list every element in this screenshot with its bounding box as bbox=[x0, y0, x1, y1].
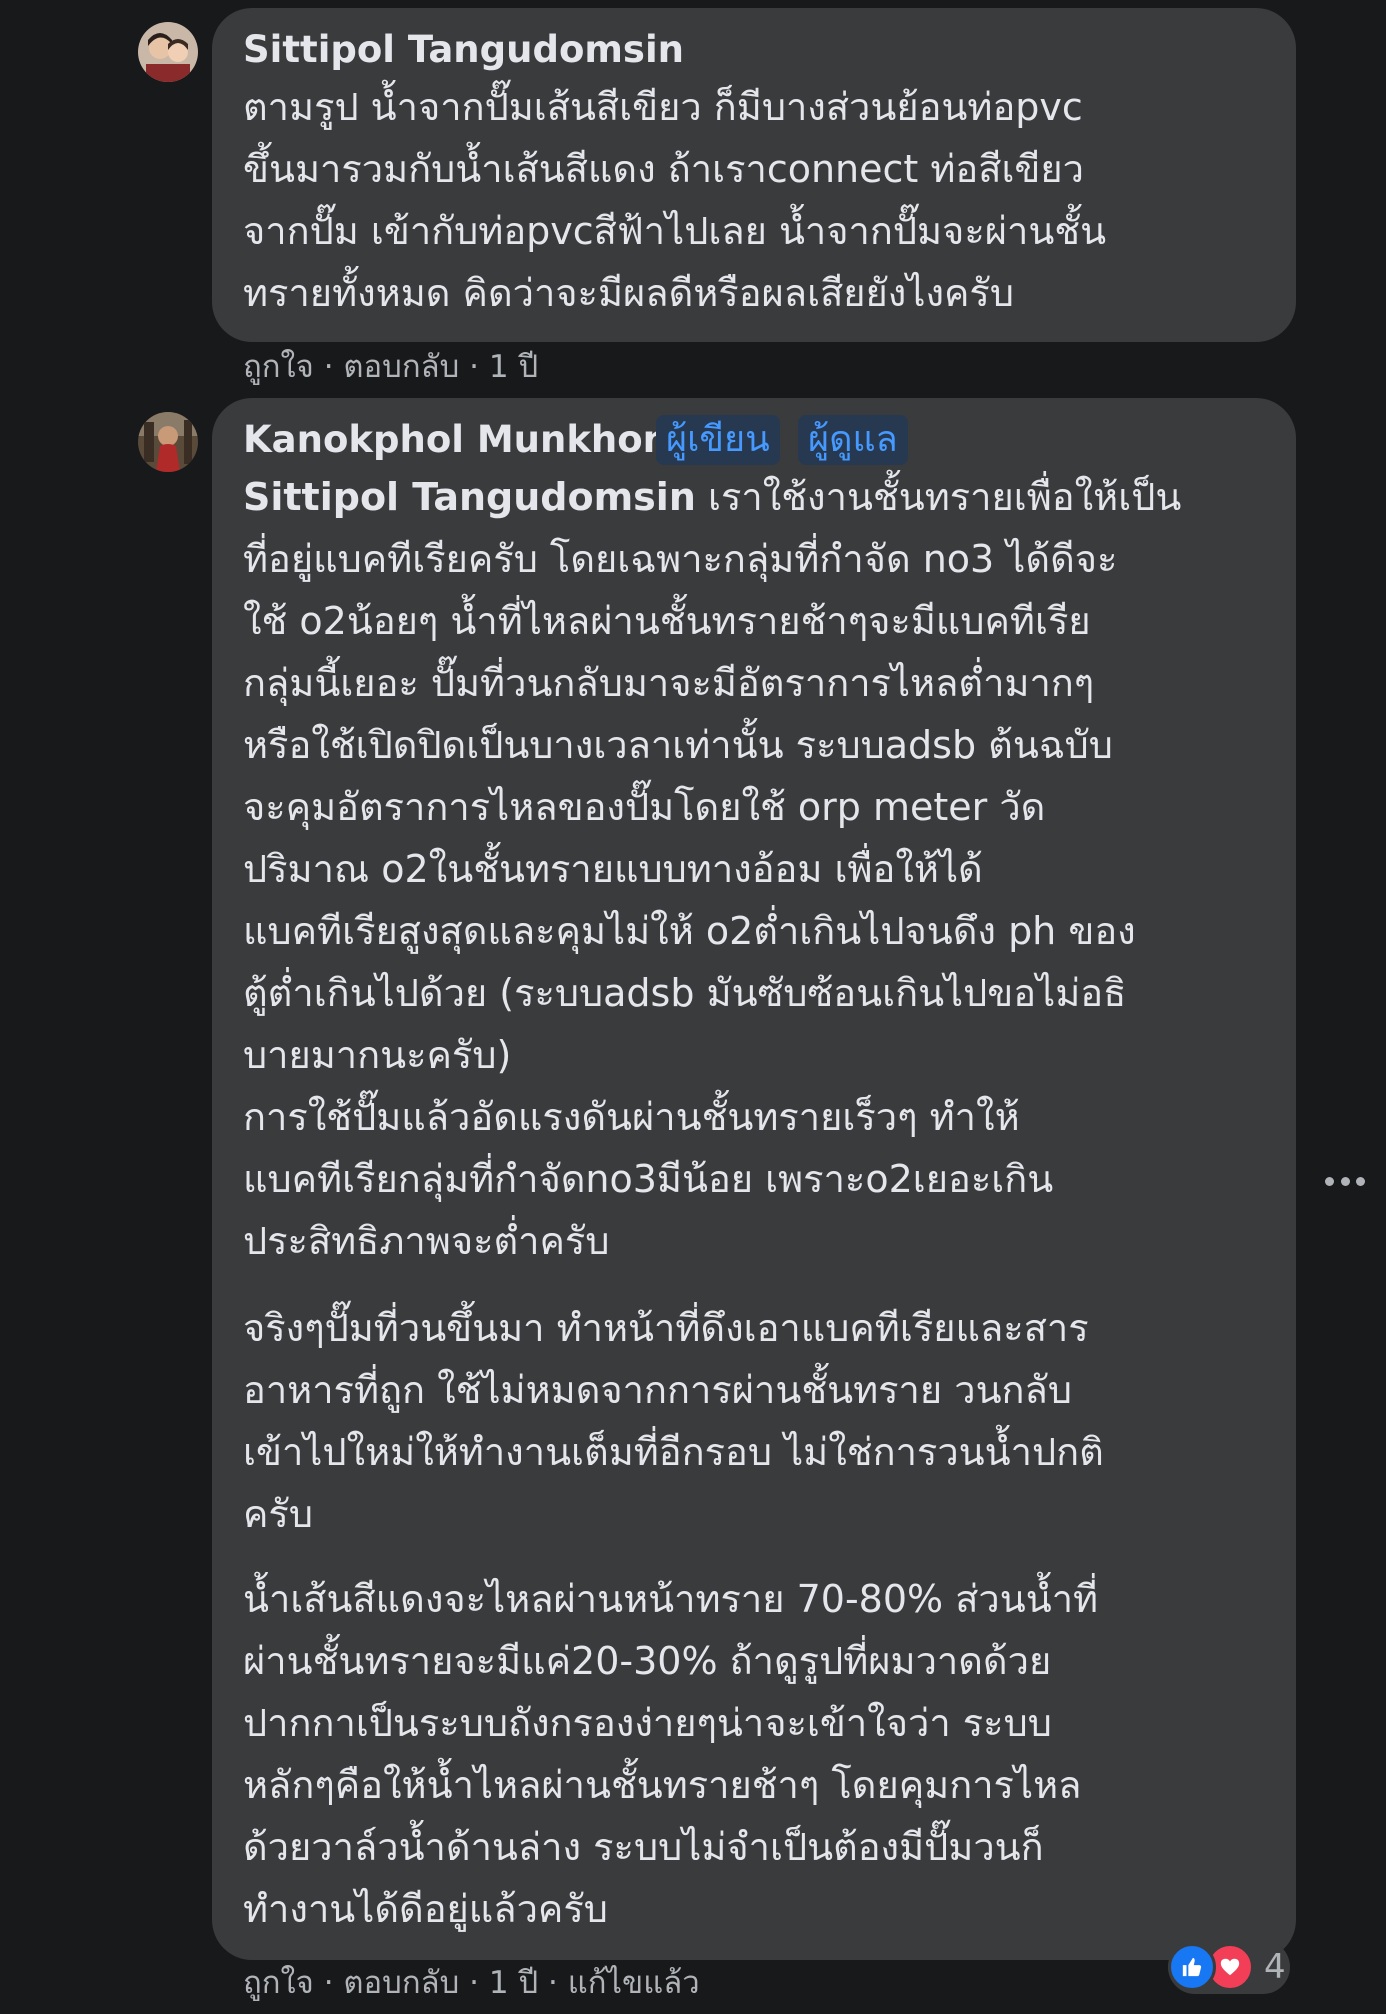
comment-text-line: ตู้ต่ำเกินไปด้วย (ระบบadsb มันซับซ้อนเกิ… bbox=[243, 971, 1127, 1015]
more-options-icon[interactable] bbox=[1325, 1166, 1365, 1196]
comment-text-line: Sittipol Tangudomsin เราใช้งานชั้นทรายเพ… bbox=[243, 466, 1181, 528]
reply-link[interactable]: ตอบกลับ bbox=[343, 1965, 459, 2001]
avatar[interactable] bbox=[138, 412, 198, 472]
comment-text-line: ขึ้นมารวมกับน้ำเส้นสีแดง ถ้าเราconnect ท… bbox=[243, 147, 1085, 191]
comment-text-line: หรือใช้เปิดปิดเป็นบางเวลาเท่านั้น ระบบad… bbox=[243, 723, 1113, 767]
reaction-count: 4 bbox=[1264, 1947, 1286, 1987]
comment-actions: ถูกใจ · ตอบกลับ · 1 ปี · แก้ไขแล้ว bbox=[243, 1963, 700, 2003]
admin-badge: ผู้ดูแล bbox=[798, 415, 908, 465]
comment-text-line: ทรายทั้งหมด คิดว่าจะมีผลดีหรือผลเสียยังไ… bbox=[243, 271, 1014, 315]
separator: · bbox=[323, 1965, 344, 2001]
comment-author[interactable]: Sittipol Tangudomsin bbox=[243, 25, 684, 75]
like-link[interactable]: ถูกใจ bbox=[243, 349, 314, 385]
avatar[interactable] bbox=[138, 22, 198, 82]
timestamp[interactable]: 1 ปี bbox=[489, 349, 538, 385]
like-icon bbox=[1168, 1943, 1216, 1991]
separator: · bbox=[323, 349, 344, 385]
separator: · bbox=[469, 349, 489, 385]
mention-link[interactable]: Sittipol Tangudomsin bbox=[243, 475, 696, 519]
comment-text-line: ปริมาณ o2ในชั้นทรายแบบทางอ้อม เพื่อให้ได… bbox=[243, 847, 983, 891]
like-link[interactable]: ถูกใจ bbox=[243, 1965, 314, 2001]
comment-text-line: การใช้ปั๊มแล้วอัดแรงดันผ่านชั้นทรายเร็วๆ… bbox=[243, 1095, 1020, 1139]
comment-text-line: บายมากนะครับ) bbox=[243, 1033, 512, 1077]
reactions-summary[interactable]: 4 bbox=[1168, 1940, 1290, 1994]
comment-text-line: ผ่านชั้นทรายจะมีแค่20-30% ถ้าดูรูปที่ผมว… bbox=[243, 1639, 1052, 1683]
comment-text-line: กลุ่มนี้เยอะ ปั๊มที่วนกลับมาจะมีอัตราการ… bbox=[243, 661, 1095, 705]
comment-text-line: จะคุมอัตราการไหลของปั๊มโดยใช้ orp meter … bbox=[243, 785, 1046, 829]
comment-text-line: ปากกาเป็นระบบถังกรองง่ายๆน่าจะเข้าใจว่า … bbox=[243, 1701, 1052, 1745]
comment-text-line: ด้วยวาล์วน้ำด้านล่าง ระบบไม่จำเป็นต้องมี… bbox=[243, 1825, 1044, 1869]
comment-text-line: จากปั๊ม เข้ากับท่อpvcสีฟ้าไปเลย น้ำจากปั… bbox=[243, 209, 1107, 253]
comment-text-line: ตามรูป น้ำจากปั๊มเส้นสีเขียว ก็มีบางส่วน… bbox=[243, 85, 1083, 129]
comment-author[interactable]: Kanokphol Munkhong bbox=[243, 415, 696, 465]
comment-text-line: แบคทีเรียสูงสุดและคุมไม่ให้ o2ต่ำเกินไปจ… bbox=[243, 909, 1136, 953]
comment-text-line: หลักๆคือให้น้ำไหลผ่านชั้นทรายช้าๆ โดยคุม… bbox=[243, 1763, 1082, 1807]
author-badge: ผู้เขียน bbox=[656, 415, 780, 465]
comment-text-line: อาหารที่ถูก ใช้ไม่หมดจากการผ่านชั้นทราย … bbox=[243, 1368, 1072, 1412]
comment-text-line: ทำงานได้ดีอยู่แล้วครับ bbox=[243, 1887, 608, 1931]
separator: · bbox=[548, 1965, 568, 2001]
edited-label[interactable]: แก้ไขแล้ว bbox=[568, 1965, 700, 2001]
separator: · bbox=[469, 1965, 489, 2001]
comment-text-line: ประสิทธิภาพจะต่ำครับ bbox=[243, 1219, 610, 1263]
comment-text-line: ที่อยู่แบคทีเรียครับ โดยเฉพาะกลุ่มที่กำจ… bbox=[243, 537, 1118, 581]
reply-link[interactable]: ตอบกลับ bbox=[343, 349, 459, 385]
timestamp[interactable]: 1 ปี bbox=[489, 1965, 538, 2001]
comment-text-line: แบคทีเรียกลุ่มที่กำจัดno3มีน้อย เพราะo2เ… bbox=[243, 1157, 1054, 1201]
comment-text-line: ใช้ o2น้อยๆ น้ำที่ไหลผ่านชั้นทรายช้าๆจะม… bbox=[243, 599, 1091, 643]
comment-text-line: น้ำเส้นสีแดงจะไหลผ่านหน้าทราย 70-80% ส่ว… bbox=[243, 1577, 1099, 1621]
comment-text: เราใช้งานชั้นทรายเพื่อให้เป็น bbox=[695, 475, 1182, 519]
comment-text-line: ครับ bbox=[243, 1492, 313, 1536]
comment-actions: ถูกใจ · ตอบกลับ · 1 ปี bbox=[243, 347, 538, 387]
comment-text-line: เข้าไปใหม่ให้ทำงานเต็มที่อีกรอบ ไม่ใช่กา… bbox=[243, 1430, 1104, 1474]
comment-text-line: จริงๆปั๊มที่วนขึ้นมา ทำหน้าที่ดึงเอาแบคท… bbox=[243, 1306, 1089, 1350]
